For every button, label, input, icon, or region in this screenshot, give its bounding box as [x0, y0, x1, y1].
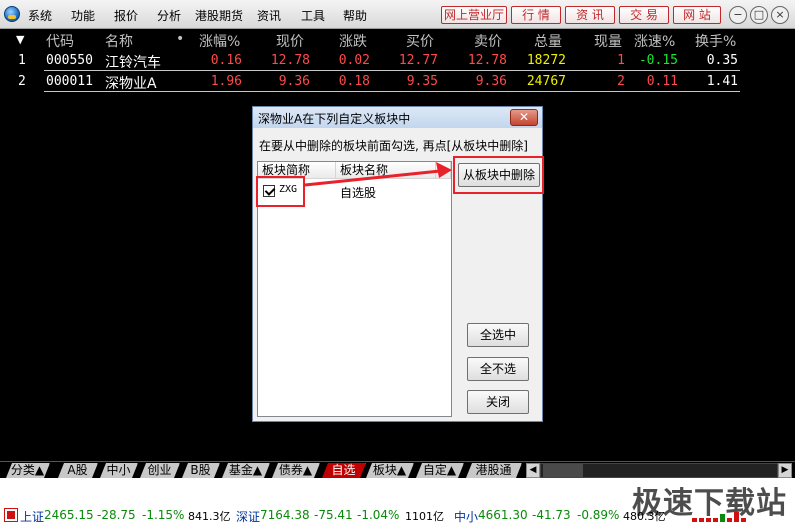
zx-label[interactable]: 中小 [454, 508, 478, 525]
tab-sme[interactable]: 中小 [100, 463, 138, 478]
sh-index: 2465.15 [44, 508, 94, 522]
zx-index: 4661.30 [478, 508, 528, 522]
category-tabs: 分类▲ A股 中小 创业 B股 基金▲ 债券▲ 自选 板块▲ 自定▲ 港股通 ◀… [0, 461, 795, 478]
tab-fund[interactable]: 基金▲ [222, 463, 270, 478]
zx-change: -41.73 [532, 508, 571, 522]
tab-b-share[interactable]: B股 [182, 463, 220, 478]
breadth-bar [720, 514, 725, 522]
annotation-arrow-icon [304, 162, 452, 187]
breadth-bar [699, 518, 704, 522]
index-ticker: 上证 2465.15 -28.75 -1.15% 841.3亿 深证 7164.… [0, 504, 795, 526]
breadth-bar [727, 518, 732, 522]
sh-pct: -1.15% [142, 508, 185, 522]
market-breadth-bars [692, 510, 750, 522]
tab-hk-connect[interactable]: 港股通 [466, 463, 522, 478]
sz-change: -75.41 [314, 508, 353, 522]
sh-change: -28.75 [97, 508, 136, 522]
sz-amount: 1101亿 [405, 510, 444, 523]
scroll-right-button[interactable]: ▶ [778, 463, 792, 478]
tab-self-selected[interactable]: 自选 [322, 463, 366, 478]
sh-amount: 841.3亿 [188, 510, 231, 523]
breadth-bar [741, 518, 746, 522]
zx-amount: 480.3亿 [623, 510, 666, 523]
tab-sector[interactable]: 板块▲ [366, 463, 414, 478]
status-bar: 极速下载站 上证 2465.15 -28.75 -1.15% 841.3亿 深证… [0, 478, 795, 526]
sz-label[interactable]: 深证 [236, 508, 260, 525]
sz-index: 7164.38 [260, 508, 310, 522]
sz-pct: -1.04% [357, 508, 400, 522]
breadth-bar [713, 518, 718, 522]
zx-pct: -0.89% [577, 508, 620, 522]
scrollbar-thumb[interactable] [543, 464, 583, 477]
tab-bond[interactable]: 债券▲ [272, 463, 320, 478]
market-indicator-icon [4, 508, 18, 522]
tab-a-share[interactable]: A股 [58, 463, 98, 478]
scroll-left-button[interactable]: ◀ [526, 463, 540, 478]
breadth-bar [734, 512, 739, 522]
tab-custom[interactable]: 自定▲ [416, 463, 464, 478]
tab-chinext[interactable]: 创业 [140, 463, 180, 478]
breadth-bar [692, 518, 697, 522]
tab-category[interactable]: 分类▲ [6, 463, 50, 478]
sh-label[interactable]: 上证 [20, 508, 44, 525]
breadth-bar [706, 518, 711, 522]
